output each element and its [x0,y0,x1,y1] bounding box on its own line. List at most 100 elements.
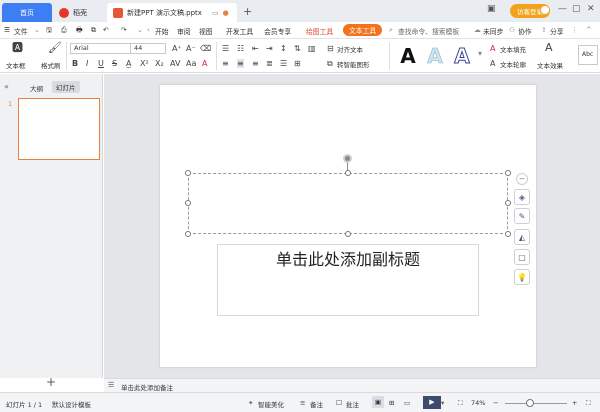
zoom-slider-thumb[interactable] [526,399,534,407]
increase-indent-icon[interactable]: ⇥ [266,44,273,53]
text-effect-icon[interactable]: A [545,42,553,53]
close-icon[interactable]: ✕ [587,4,595,14]
resize-handle-tr[interactable] [505,170,511,176]
collapse-toolbar-icon[interactable]: − [516,173,528,185]
panel-collapse-icon[interactable]: « [4,82,9,91]
strikethrough-icon[interactable]: S [112,59,117,68]
numbering-icon[interactable]: ☷ [237,44,244,53]
font-color-icon[interactable]: A [202,59,207,68]
reading-view-icon[interactable]: ▭ [404,399,410,407]
resize-handle-tl[interactable] [185,170,191,176]
resize-handle-r[interactable] [505,200,511,206]
resize-handle-br[interactable] [505,231,511,237]
vertical-align-icon[interactable]: ⊞ [294,59,301,68]
tab-slides[interactable]: 幻灯片 [52,81,80,93]
title-placeholder[interactable] [188,173,508,234]
tab-document[interactable]: 新建PPT 演示文稿.pptx ▭ ● [107,3,237,22]
italic-icon[interactable]: I [86,59,88,68]
fit-icon[interactable]: ⛶ [458,399,463,408]
menu-draw-tools[interactable]: 绘图工具 [306,26,333,36]
format-painter-button[interactable]: 格式刷 [41,60,61,70]
char-spacing-icon[interactable]: AV [170,59,180,68]
text-style-black[interactable]: A [398,43,418,69]
smart-shape-icon[interactable]: ⧉ [327,59,333,68]
text-outline-icon[interactable]: A [490,59,495,68]
hamburger-icon[interactable]: ☰ [4,26,10,34]
slide-sorter-icon[interactable]: ⊞ [389,399,394,407]
more-options-icon[interactable]: ⋮ [571,26,578,34]
zoom-level[interactable]: 74% [471,399,485,407]
slide-thumbnail[interactable] [18,98,100,160]
command-search[interactable]: 查找命令、搜索模板 [398,26,459,36]
resize-handle-t[interactable] [345,170,351,176]
undo-icon[interactable]: ↶ [103,26,109,34]
new-tab-button[interactable]: + [243,5,252,18]
print-icon[interactable]: 🖶 [76,26,82,37]
underline-icon[interactable]: U [98,59,104,68]
fill-icon[interactable]: ◭ [514,229,530,245]
pen-icon[interactable]: ✎ [514,208,530,224]
tab-docer[interactable]: 稻壳 [53,3,105,22]
window-layout-icon[interactable]: ▣ [487,4,496,14]
text-fill-icon[interactable]: A [490,44,495,53]
play-dropdown-icon[interactable]: ▾ [441,399,444,407]
fullscreen-icon[interactable]: ⛶ [586,399,591,408]
format-painter-icon[interactable]: 🖌 [48,42,62,53]
grow-font-icon[interactable]: A⁺ [172,44,182,53]
zoom-slider[interactable] [505,403,567,404]
columns-icon[interactable]: ▥ [308,44,316,53]
menu-devtools[interactable]: 开发工具 [226,26,253,36]
resize-handle-bl[interactable] [185,231,191,237]
avatar[interactable] [540,5,550,15]
shadow-icon[interactable]: A̲ [126,59,131,68]
subscript-icon[interactable]: X₂ [155,59,164,68]
justify-icon[interactable]: ≣ [266,59,273,68]
resize-handle-l[interactable] [185,200,191,206]
line-spacing-icon[interactable]: ↕ [280,44,287,53]
styles-more-icon[interactable]: ▾ [478,49,482,58]
text-style-light[interactable]: A [425,43,445,69]
zoom-in-icon[interactable]: + [572,399,577,407]
notes-placeholder[interactable]: 单击此处添加备注 [121,382,173,392]
resize-handle-b[interactable] [345,231,351,237]
file-dropdown-icon[interactable]: ⌄ [34,26,40,34]
export-pdf-icon[interactable]: ⎙ [61,26,66,35]
notes-toggle-button[interactable]: 备注 [310,399,323,409]
shrink-font-icon[interactable]: A⁻ [186,44,196,53]
smart-shape-button[interactable]: 转智能图形 [337,59,370,69]
menu-view[interactable]: 视图 [199,26,213,36]
idea-icon[interactable]: 💡 [514,269,530,285]
font-name-select[interactable]: Arial [70,43,136,54]
menu-file[interactable]: 文件 [14,26,28,36]
rotate-handle[interactable] [343,154,352,163]
text-style-outline[interactable]: A [452,43,472,69]
align-center-icon[interactable]: ≡ [237,59,244,68]
text-fill-button[interactable]: 文本填充 [500,44,526,54]
layers-icon[interactable]: ◈ [514,189,530,205]
menu-text-tools[interactable]: 文本工具 [343,24,383,36]
comments-button[interactable]: 批注 [346,399,359,409]
tab-outline[interactable]: 大纲 [30,83,43,93]
menu-review[interactable]: 审阅 [177,26,191,36]
collapse-icon[interactable]: ‹ [147,26,150,34]
ribbon-collapse-icon[interactable]: ^ [586,26,592,34]
redo-icon[interactable]: ↷ [121,26,127,34]
align-text-button[interactable]: 对齐文本 [337,44,363,54]
tab-display-icon[interactable]: ▭ [212,9,219,17]
align-text-icon[interactable]: ⊟ [327,44,334,53]
distribute-icon[interactable]: ☰ [280,59,287,68]
change-case-icon[interactable]: Aa [186,59,196,68]
textbox-button[interactable]: 文本框 [6,60,26,70]
zoom-out-icon[interactable]: − [493,399,498,407]
add-slide-button[interactable]: + [46,375,56,389]
collab-button[interactable]: 协作 [518,26,532,36]
tab-home[interactable]: 首页 [2,3,52,22]
notes-bar[interactable]: ☰ 单击此处添加备注 [104,378,600,392]
decrease-indent-icon[interactable]: ⇤ [252,44,259,53]
minimize-icon[interactable]: — [558,4,567,14]
beautify-button[interactable]: 智能美化 [258,399,284,409]
align-left-icon[interactable]: ≡ [222,59,229,68]
superscript-icon[interactable]: X² [140,59,149,68]
more-styles-button[interactable]: Abc [578,45,598,65]
font-size-select[interactable]: 44 [130,43,166,54]
